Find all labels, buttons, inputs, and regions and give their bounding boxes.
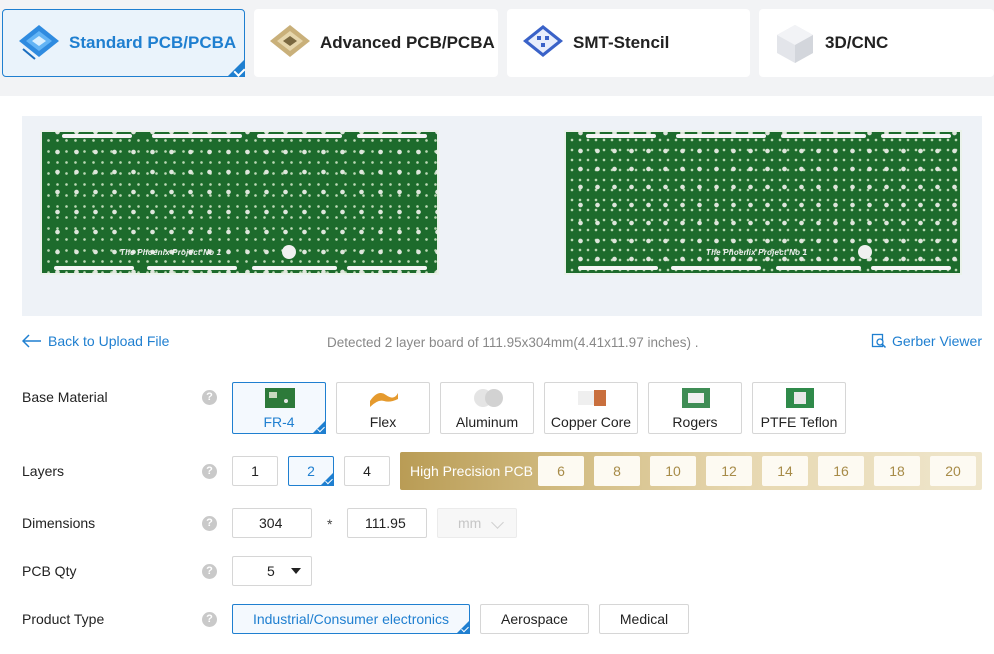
rogers-board-icon xyxy=(682,388,710,408)
board-logo xyxy=(282,245,296,259)
material-label: Flex xyxy=(369,414,397,430)
pcb-top-image: The Phoenix Project No 1 xyxy=(40,130,439,275)
material-label: PTFE Teflon xyxy=(760,414,838,430)
unit-value: mm xyxy=(458,515,482,531)
tab-3d-cnc[interactable]: 3D/CNC xyxy=(759,9,994,77)
advanced-pcb-icon xyxy=(266,19,314,67)
tab-advanced-pcb[interactable]: Advanced PCB/PCBA xyxy=(254,9,498,77)
pcb-qty-select[interactable]: 5 xyxy=(232,556,312,586)
selected-check-icon xyxy=(320,472,334,486)
product-type-medical[interactable]: Medical xyxy=(599,604,689,634)
board-silkscreen-text: The Phoenix Project No 1 xyxy=(706,248,808,257)
dimension-width-input[interactable]: 111.95 xyxy=(347,508,427,538)
quote-panel: The Phoenix Project No 1 The Phoenix Pro… xyxy=(0,96,994,654)
aluminum-board-icon xyxy=(474,389,503,407)
material-flex[interactable]: Flex xyxy=(336,382,430,434)
material-label: Copper Core xyxy=(550,414,632,430)
tab-smt-stencil[interactable]: SMT-Stencil xyxy=(507,9,750,77)
gerber-viewer-label: Gerber Viewer xyxy=(891,333,982,349)
pcb-qty-label: PCB Qty xyxy=(22,563,77,579)
smt-stencil-icon xyxy=(519,19,567,67)
pcb-bottom-image: The Phoenix Project No 1 xyxy=(564,130,962,275)
dimension-length-input[interactable]: 304 xyxy=(232,508,312,538)
flex-board-icon xyxy=(370,393,398,407)
back-link-label: Back to Upload File xyxy=(48,333,170,349)
product-type-industrial[interactable]: Industrial/Consumer electronics xyxy=(232,604,470,634)
tab-label: Advanced PCB/PCBA xyxy=(320,33,495,52)
selected-check-icon xyxy=(227,59,245,77)
chevron-down-icon xyxy=(491,516,504,529)
product-type-option-label: Industrial/Consumer electronics xyxy=(252,611,450,627)
arrow-left-icon xyxy=(22,334,41,348)
product-tabs: Standard PCB/PCBA Advanced PCB/PCBA SMT-… xyxy=(0,0,994,96)
unit-select[interactable]: mm xyxy=(437,508,517,538)
fr4-board-icon xyxy=(265,388,295,408)
gerber-viewer-link[interactable]: Gerber Viewer xyxy=(871,333,982,349)
layers-label: Layers xyxy=(22,463,65,479)
ptfe-board-icon xyxy=(786,388,814,408)
layer-option-1[interactable]: 1 xyxy=(232,456,278,486)
layer-option-14[interactable]: 14 xyxy=(762,456,808,486)
layer-option-6[interactable]: 6 xyxy=(538,456,584,486)
3d-cnc-icon xyxy=(771,19,819,67)
layer-option-16[interactable]: 16 xyxy=(818,456,864,486)
copper-core-board-icon xyxy=(578,390,606,406)
material-fr4[interactable]: FR-4 xyxy=(232,382,326,434)
gerber-preview: The Phoenix Project No 1 The Phoenix Pro… xyxy=(22,116,982,316)
layer-option-18[interactable]: 18 xyxy=(874,456,920,486)
material-label: Aluminum xyxy=(455,414,519,430)
standard-pcb-icon xyxy=(15,19,63,67)
help-icon[interactable]: ? xyxy=(202,390,217,405)
tab-label: Standard PCB/PCBA xyxy=(69,33,237,52)
product-type-aerospace[interactable]: Aerospace xyxy=(480,604,589,634)
material-aluminum[interactable]: Aluminum xyxy=(440,382,534,434)
tab-standard-pcb[interactable]: Standard PCB/PCBA xyxy=(2,9,245,77)
base-material-label: Base Material xyxy=(22,389,108,405)
dimension-separator: * xyxy=(327,516,333,532)
board-logo xyxy=(858,245,872,259)
help-icon[interactable]: ? xyxy=(202,612,217,627)
caret-down-icon xyxy=(291,568,301,574)
layer-option-12[interactable]: 12 xyxy=(706,456,752,486)
detected-board-info: Detected 2 layer board of 111.95x304mm(4… xyxy=(327,335,699,350)
help-icon[interactable]: ? xyxy=(202,464,217,479)
material-ptfe-teflon[interactable]: PTFE Teflon xyxy=(752,382,846,434)
tab-label: 3D/CNC xyxy=(825,33,889,52)
tab-label: SMT-Stencil xyxy=(573,33,670,52)
dimensions-label: Dimensions xyxy=(22,515,96,531)
high-precision-pcb-group: High Precision PCB 6 8 10 12 14 16 18 20 xyxy=(400,452,982,490)
help-icon[interactable]: ? xyxy=(202,564,217,579)
pcb-qty-value: 5 xyxy=(267,563,275,579)
high-precision-label: High Precision PCB xyxy=(410,463,533,479)
layer-option-8[interactable]: 8 xyxy=(594,456,640,486)
material-copper-core[interactable]: Copper Core xyxy=(544,382,638,434)
layer-option-10[interactable]: 10 xyxy=(650,456,696,486)
back-to-upload-link[interactable]: Back to Upload File xyxy=(22,333,169,349)
help-icon[interactable]: ? xyxy=(202,516,217,531)
layer-option-label: 2 xyxy=(307,463,315,479)
material-rogers[interactable]: Rogers xyxy=(648,382,742,434)
layer-option-2[interactable]: 2 xyxy=(288,456,334,486)
board-silkscreen-text: The Phoenix Project No 1 xyxy=(120,248,222,257)
selected-check-icon xyxy=(456,620,470,634)
layer-option-20[interactable]: 20 xyxy=(930,456,976,486)
selected-check-icon xyxy=(312,420,326,434)
product-type-label: Product Type xyxy=(22,611,105,627)
material-label: Rogers xyxy=(672,414,718,430)
layer-option-4[interactable]: 4 xyxy=(344,456,390,486)
gerber-viewer-icon xyxy=(871,333,887,349)
